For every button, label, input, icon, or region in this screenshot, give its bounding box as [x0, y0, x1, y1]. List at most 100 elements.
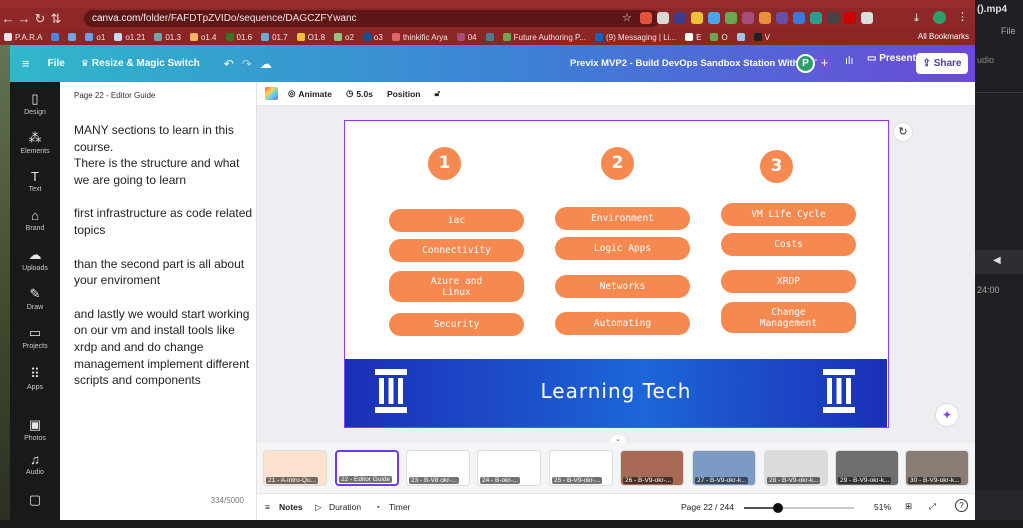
refresh-icon[interactable]: ↻ — [893, 122, 913, 142]
bookmark-item[interactable]: 01.3 — [154, 33, 181, 42]
avatar[interactable]: P — [796, 54, 815, 73]
help-icon[interactable]: ? — [955, 499, 968, 512]
zoom-level[interactable]: 51% — [874, 502, 891, 512]
topic-pill[interactable]: Networks — [555, 275, 690, 298]
bookmark-item[interactable] — [68, 33, 77, 41]
zoom-slider[interactable] — [744, 503, 854, 513]
speaker-icon[interactable]: ◀ — [993, 255, 1001, 266]
notes-button[interactable]: Notes — [279, 502, 303, 512]
add-collaborator-button[interactable]: + — [816, 55, 833, 72]
bookmark-item[interactable] — [51, 33, 60, 41]
extension-icon[interactable] — [810, 12, 822, 24]
extension-icon[interactable] — [640, 12, 652, 24]
bookmark-item[interactable]: o1.4 — [189, 33, 217, 42]
rail-text[interactable]: T Text — [10, 169, 60, 193]
bookmark-item[interactable]: 01.6 — [225, 33, 252, 42]
undo-icon[interactable]: ↶ — [224, 57, 234, 71]
extension-icon[interactable] — [759, 12, 771, 24]
rail-more[interactable]: ▢ — [10, 492, 60, 510]
animate-button[interactable]: Animate — [298, 89, 332, 99]
topic-pill[interactable]: Environment — [555, 207, 690, 230]
color-picker-icon[interactable] — [265, 87, 278, 100]
bookmark-item[interactable]: o2 — [334, 33, 354, 42]
fullscreen-icon[interactable]: ⤢ — [929, 501, 936, 512]
extension-icon[interactable] — [691, 12, 703, 24]
bookmark-item[interactable]: O — [710, 33, 728, 42]
topic-pill[interactable]: XRDP — [721, 270, 856, 293]
bookmark-item[interactable]: 01.7 — [261, 33, 288, 42]
rail-brand[interactable]: ⌂ Brand — [10, 208, 60, 232]
bookmark-item[interactable] — [485, 33, 494, 41]
page-thumbnail[interactable]: 25 - B-V9-okr-... — [549, 450, 613, 486]
site-settings-icon[interactable]: ⇅ — [48, 11, 64, 27]
redo-icon[interactable]: ↷ — [242, 57, 252, 71]
extension-icon[interactable] — [657, 12, 669, 24]
topic-pill[interactable]: Logic Apps — [555, 237, 690, 260]
star-icon[interactable]: ☆ — [622, 11, 632, 24]
topic-pill[interactable]: Security — [389, 313, 524, 336]
menu-kebab-icon[interactable]: ⋮ — [957, 10, 968, 23]
rail-draw[interactable]: ✎ Draw — [10, 286, 60, 311]
page-thumbnail[interactable]: 27 - B-V9-okr-k... — [692, 450, 756, 486]
bookmark-item[interactable]: P.A.R.A — [4, 33, 42, 42]
back-icon[interactable]: ← — [0, 11, 16, 26]
rail-apps[interactable]: ⠿ Apps — [10, 366, 60, 391]
download-icon[interactable]: ⤓ — [914, 12, 919, 25]
address-bar[interactable]: canva.com/folder/FAFDTpZVIDo/sequence/DA… — [84, 10, 660, 27]
design-title[interactable]: Previx MVP2 - Build DevOps Sandbox Stati… — [570, 58, 821, 69]
insights-icon[interactable]: ılı — [845, 55, 854, 67]
duration-toggle[interactable]: Duration — [329, 502, 361, 512]
resize-magic-switch-button[interactable]: Resize & Magic Switch — [92, 58, 200, 69]
extension-icon[interactable] — [861, 12, 873, 24]
timer-button[interactable]: Timer — [389, 502, 410, 512]
page-thumbnail[interactable]: 21 - A-intro-Qu... — [263, 450, 327, 486]
present-button[interactable]: ▭ Present — [867, 53, 916, 64]
bookmark-item[interactable]: o1.21 — [114, 33, 145, 42]
extension-icon[interactable] — [776, 12, 788, 24]
reload-icon[interactable]: ↻ — [32, 11, 48, 27]
page-thumbnail[interactable]: 26 - B-V9-okr-... — [620, 450, 684, 486]
hamburger-icon[interactable]: ≡ — [22, 56, 30, 71]
lock-icon[interactable]: 🔓︎ — [434, 88, 440, 99]
rail-design[interactable]: ▯ Design — [10, 91, 60, 116]
bookmark-item[interactable]: O1.8 — [296, 33, 325, 42]
bookmark-item[interactable]: 04 — [456, 33, 477, 42]
rail-projects[interactable]: ▭ Projects — [10, 325, 60, 350]
bookmark-item[interactable]: o1 — [85, 33, 105, 42]
bookmark-item[interactable]: E — [685, 33, 701, 42]
notes-textarea[interactable]: MANY sections to learn in this course. T… — [74, 122, 254, 406]
extension-icon[interactable] — [844, 12, 856, 24]
page-thumbnail-selected[interactable]: 22 - Editor Guide — [335, 450, 399, 486]
topic-pill[interactable]: Costs — [721, 233, 856, 256]
duration-button[interactable]: 5.0s — [356, 89, 373, 99]
all-bookmarks-button[interactable]: All Bookmarks — [918, 32, 969, 41]
cloud-saved-icon[interactable]: ☁ — [260, 57, 272, 71]
slide[interactable]: 1 2 3 iac Connectivity Azure and Linux S… — [344, 120, 889, 428]
page-indicator[interactable]: Page 22 / 244 — [681, 502, 734, 512]
page-thumbnail[interactable]: 28 - B-V9-okr-k... — [764, 450, 828, 486]
extension-icon[interactable] — [708, 12, 720, 24]
page-thumbnail[interactable]: 24 - B-okr-... — [477, 450, 541, 486]
rail-elements[interactable]: ⁂ Elements — [10, 130, 60, 155]
grid-view-icon[interactable]: ⊞ — [905, 501, 912, 512]
topic-pill[interactable]: iac — [389, 209, 524, 232]
rail-audio[interactable]: ♫ Audio — [10, 452, 60, 476]
extension-icon[interactable] — [674, 12, 686, 24]
topic-pill[interactable]: Connectivity — [389, 239, 524, 262]
magic-assistant-icon[interactable]: ✦ — [936, 404, 958, 426]
bookmark-item[interactable]: o3 — [362, 33, 383, 42]
position-button[interactable]: Position — [387, 89, 421, 99]
topic-pill[interactable]: VM Life Cycle — [721, 203, 856, 226]
topic-pill[interactable]: Automating — [555, 312, 690, 335]
extension-icon[interactable] — [793, 12, 805, 24]
bookmark-item[interactable]: thinkific Arya — [391, 33, 448, 42]
page-thumbnail[interactable]: 30 - B-V9-okr-k... — [905, 450, 969, 486]
profile-avatar[interactable] — [933, 11, 946, 24]
file-menu[interactable]: File — [48, 58, 65, 69]
extension-icon[interactable] — [827, 12, 839, 24]
extension-icon[interactable] — [742, 12, 754, 24]
bookmark-item[interactable]: V — [753, 33, 770, 42]
rail-photos[interactable]: ▣ Photos — [10, 417, 60, 442]
topic-pill[interactable]: Azure and Linux — [389, 271, 524, 302]
page-thumbnail[interactable]: 29 - B-V9-okr-k... — [835, 450, 899, 486]
